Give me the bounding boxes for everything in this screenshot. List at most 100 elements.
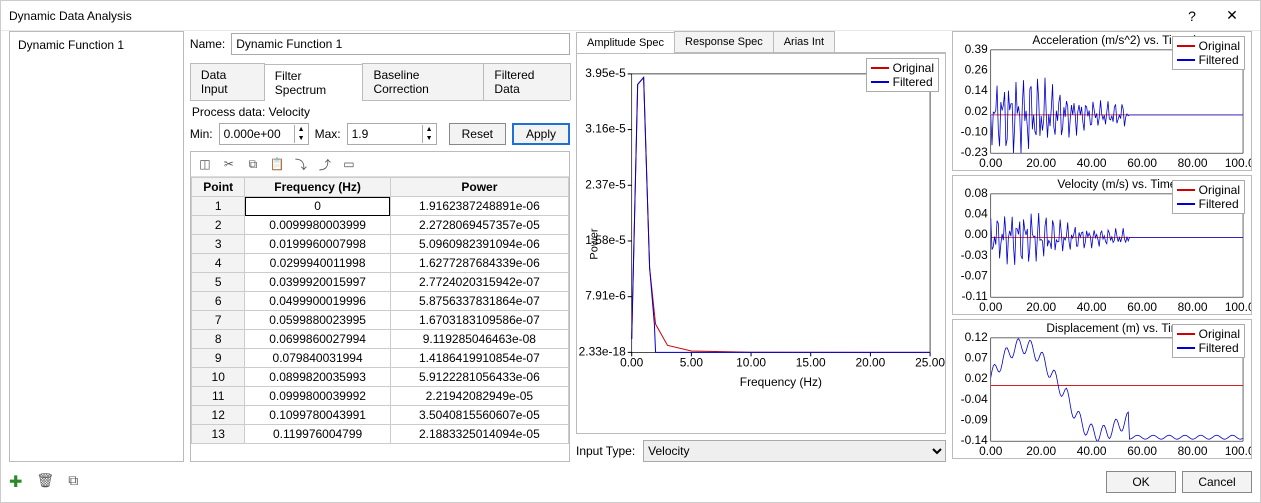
copy-icon[interactable]: ⧉ <box>245 156 261 172</box>
svg-text:40.00: 40.00 <box>1077 300 1107 314</box>
name-input[interactable] <box>231 33 570 55</box>
cancel-button[interactable]: Cancel <box>1182 471 1252 493</box>
spectrum-chart: 0.005.0010.0015.0020.0025.00Frequency (H… <box>576 53 946 434</box>
svg-text:0.00: 0.00 <box>979 156 1003 170</box>
tab-filter-spectrum[interactable]: Filter Spectrum <box>264 64 364 101</box>
svg-text:0.00: 0.00 <box>979 444 1003 458</box>
table-row[interactable]: 100.08998200359935.9122281056433e-06 <box>191 368 568 387</box>
svg-text:20.00: 20.00 <box>855 355 885 369</box>
column-header[interactable]: Point <box>191 178 245 197</box>
table-toolbar: ◫ ✂ ⧉ 📋 ⤵ ⤴ ▭ <box>191 152 569 177</box>
trash-icon[interactable]: 🗑 <box>36 472 54 492</box>
svg-text:5.00: 5.00 <box>680 355 704 369</box>
svg-text:-0.09: -0.09 <box>961 413 989 427</box>
table-row[interactable]: 130.1199760047992.1883325014094e-05 <box>191 425 568 444</box>
chart-icon[interactable]: ▭ <box>341 156 357 172</box>
svg-text:0.39: 0.39 <box>965 42 989 56</box>
column-header[interactable]: Power <box>390 178 568 197</box>
mini-chart-0: Acceleration (m/s^2) vs. Time (s0.390.26… <box>952 31 1252 171</box>
data-table[interactable]: PointFrequency (Hz)Power101.916238724889… <box>191 177 569 461</box>
chevron-down-icon[interactable]: ▼ <box>295 134 308 143</box>
table-row[interactable]: 101.9162387248891e-06 <box>191 197 568 216</box>
function-list[interactable]: Dynamic Function 1 <box>9 31 184 462</box>
help-button[interactable]: ? <box>1172 8 1212 24</box>
svg-text:0.02: 0.02 <box>965 371 989 385</box>
delete-row-icon[interactable]: ⤴ <box>317 156 333 172</box>
svg-text:-0.04: -0.04 <box>961 392 989 406</box>
svg-text:20.00: 20.00 <box>1026 300 1056 314</box>
tab-data-input[interactable]: Data Input <box>190 63 265 100</box>
tab-amplitude-spec[interactable]: Amplitude Spec <box>576 32 675 53</box>
svg-text:0.00: 0.00 <box>965 227 989 241</box>
table-row[interactable]: 70.05998800239951.6703183109586e-07 <box>191 311 568 330</box>
apply-button[interactable]: Apply <box>512 123 570 145</box>
paste-icon[interactable]: 📋 <box>269 156 285 172</box>
table-row[interactable]: 90.0798400319941.4186419910854e-07 <box>191 349 568 368</box>
svg-text:60.00: 60.00 <box>1127 156 1157 170</box>
insert-row-icon[interactable]: ⤵ <box>293 156 309 172</box>
main-tabs: Data Input Filter Spectrum Baseline Corr… <box>190 63 570 101</box>
max-input[interactable] <box>348 124 422 144</box>
svg-text:3.95e-5: 3.95e-5 <box>585 66 626 80</box>
max-label: Max: <box>315 127 341 141</box>
svg-text:0.08: 0.08 <box>965 186 989 200</box>
chevron-down-icon[interactable]: ▼ <box>423 134 436 143</box>
chevron-up-icon[interactable]: ▲ <box>423 125 436 134</box>
list-item[interactable]: Dynamic Function 1 <box>14 36 179 54</box>
svg-text:-0.07: -0.07 <box>961 269 989 283</box>
input-type-label: Input Type: <box>576 444 635 458</box>
svg-text:20.00: 20.00 <box>1026 156 1056 170</box>
tab-response-spec[interactable]: Response Spec <box>674 31 774 52</box>
table-row[interactable]: 50.03999200159972.7724020315942e-07 <box>191 273 568 292</box>
table-row[interactable]: 120.10997800439913.5040815560607e-05 <box>191 406 568 425</box>
min-input[interactable] <box>220 124 294 144</box>
table-row[interactable]: 110.09998000399922.21942082949e-05 <box>191 387 568 406</box>
min-spinner[interactable]: ▲▼ <box>219 123 309 145</box>
column-header[interactable]: Frequency (Hz) <box>245 178 390 197</box>
chevron-up-icon[interactable]: ▲ <box>295 125 308 134</box>
svg-text:0.02: 0.02 <box>965 104 989 118</box>
svg-text:-0.10: -0.10 <box>961 125 989 139</box>
add-icon[interactable]: ✚ <box>9 472 22 492</box>
y-axis-label: Power <box>589 228 601 259</box>
input-type-select[interactable]: Velocity <box>643 440 946 462</box>
svg-text:20.00: 20.00 <box>1026 444 1056 458</box>
svg-text:100.00: 100.00 <box>1225 156 1251 170</box>
svg-text:0.26: 0.26 <box>965 63 989 77</box>
svg-text:0.04: 0.04 <box>965 207 989 221</box>
table-row[interactable]: 30.01999600079985.0960982391094e-06 <box>191 235 568 254</box>
svg-text:80.00: 80.00 <box>1178 444 1208 458</box>
tab-baseline-correction[interactable]: Baseline Correction <box>362 63 484 100</box>
spec-tabs: Amplitude Spec Response Spec Arias Int <box>576 31 946 53</box>
svg-text:40.00: 40.00 <box>1077 444 1107 458</box>
tab-filtered-data[interactable]: Filtered Data <box>483 63 571 100</box>
max-spinner[interactable]: ▲▼ <box>347 123 437 145</box>
window-title: Dynamic Data Analysis <box>9 9 1172 23</box>
tab-arias-int[interactable]: Arias Int <box>773 31 835 52</box>
svg-text:2.33e-18: 2.33e-18 <box>579 344 626 358</box>
select-icon[interactable]: ◫ <box>197 156 213 172</box>
table-row[interactable]: 20.00999800039992.2728069457357e-05 <box>191 216 568 235</box>
name-label: Name: <box>190 37 225 51</box>
svg-text:-0.03: -0.03 <box>961 248 989 262</box>
svg-text:60.00: 60.00 <box>1127 444 1157 458</box>
copy-icon[interactable]: ⧉ <box>68 472 78 492</box>
svg-text:2.37e-5: 2.37e-5 <box>585 177 626 191</box>
svg-text:100.00: 100.00 <box>1225 444 1251 458</box>
svg-text:80.00: 80.00 <box>1178 300 1208 314</box>
svg-text:Frequency (Hz): Frequency (Hz) <box>740 375 822 389</box>
svg-text:100.00: 100.00 <box>1225 300 1251 314</box>
svg-text:25.00: 25.00 <box>915 355 945 369</box>
svg-text:0.07: 0.07 <box>965 351 989 365</box>
cut-icon[interactable]: ✂ <box>221 156 237 172</box>
close-button[interactable]: ✕ <box>1212 7 1252 24</box>
svg-text:3.16e-5: 3.16e-5 <box>585 122 626 136</box>
svg-text:10.00: 10.00 <box>736 355 766 369</box>
table-row[interactable]: 80.06998600279949.119285046463e-08 <box>191 330 568 349</box>
legend-filtered: Filtered <box>893 75 933 89</box>
reset-button[interactable]: Reset <box>449 123 506 145</box>
table-row[interactable]: 60.04999000199965.8756337831864e-07 <box>191 292 568 311</box>
svg-text:40.00: 40.00 <box>1077 156 1107 170</box>
table-row[interactable]: 40.02999400119981.6277287684339e-06 <box>191 254 568 273</box>
ok-button[interactable]: OK <box>1106 471 1176 493</box>
